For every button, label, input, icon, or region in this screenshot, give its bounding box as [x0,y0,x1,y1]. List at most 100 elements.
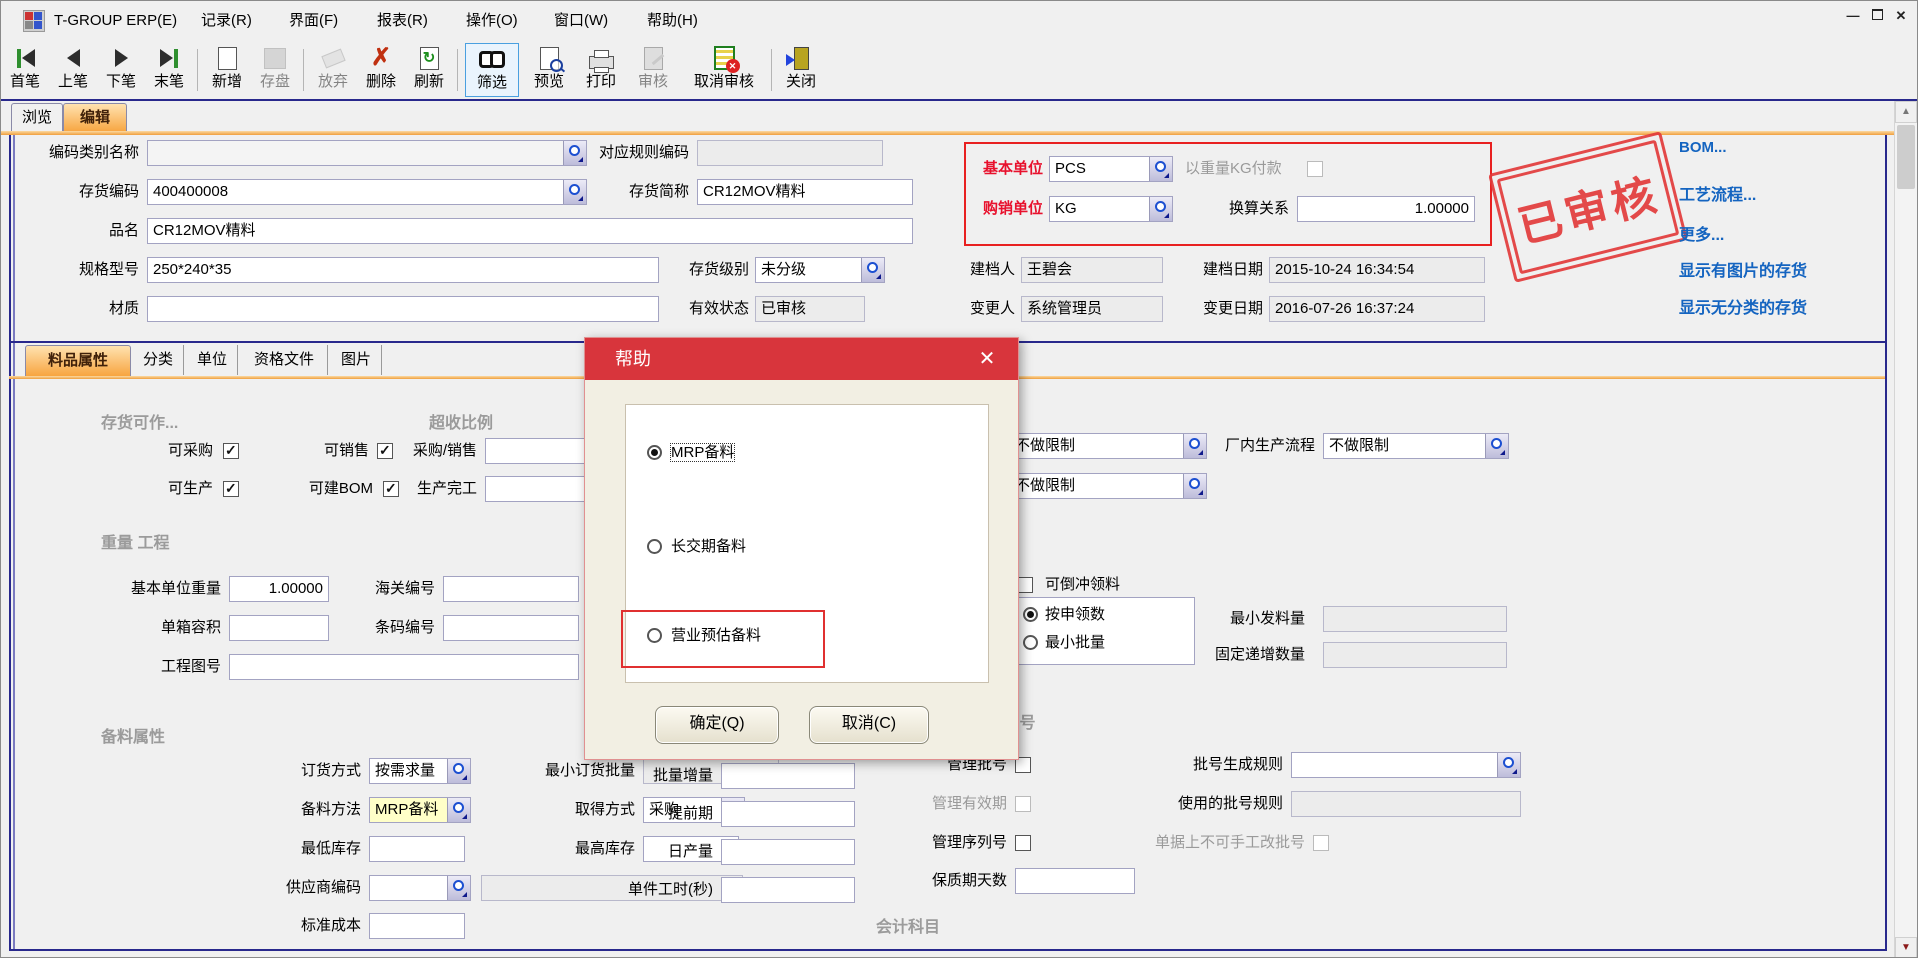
menu-interface[interactable]: 界面(F) [285,9,342,33]
dialog-close-icon[interactable]: ✕ [970,338,1004,380]
refresh-button[interactable]: ↻ 刷新 [407,43,451,95]
box-volume-field[interactable] [229,615,329,641]
lookup-icon[interactable] [1149,157,1172,181]
close-window-button[interactable]: ✕ [1891,7,1911,25]
menu-app[interactable]: T-GROUP ERP(E) [50,9,181,33]
radio-icon[interactable] [647,539,662,554]
lookup-icon[interactable] [861,258,884,282]
limit-field-2[interactable]: 不做限制 [1009,473,1207,499]
limit-field-1[interactable]: 不做限制 [1009,433,1207,459]
subtab-classification[interactable]: 分类 [133,345,184,375]
last-record-button[interactable]: 末笔 [147,43,191,95]
bomable-checkbox[interactable] [383,481,399,497]
material-field[interactable] [147,296,659,322]
barcode-field[interactable] [443,615,579,641]
subtab-unit[interactable]: 单位 [187,345,238,375]
close-form-button[interactable]: 关闭 [779,43,823,95]
scrollbar-thumb[interactable] [1897,125,1915,189]
delete-button[interactable]: ✗ 删除 [359,43,403,95]
supplier-field[interactable] [369,875,471,901]
trade-unit-field[interactable]: KG [1049,196,1173,222]
menu-operation[interactable]: 操作(O) [462,9,522,33]
dialog-option-mrp[interactable]: MRP备料 [647,442,734,464]
lookup-icon[interactable] [563,180,586,204]
item-abbr-field[interactable]: CR12MOV精料 [697,179,913,205]
lookup-icon[interactable] [447,798,470,822]
code-category-field[interactable] [147,140,587,166]
backflush-checkbox[interactable] [1017,577,1033,593]
batch-increment-field[interactable] [721,763,855,789]
issue-by-request-radio[interactable] [1023,607,1038,622]
level-field[interactable]: 未分级 [755,257,885,283]
subtab-item-attributes[interactable]: 料品属性 [25,345,131,376]
prev-record-button[interactable]: 上笔 [51,43,95,95]
link-bom[interactable]: BOM... [1679,139,1727,156]
drawing-field[interactable] [229,654,579,680]
link-process-flow[interactable]: 工艺流程... [1679,181,1756,205]
lookup-icon[interactable] [563,141,586,165]
menu-window[interactable]: 窗口(W) [550,9,612,33]
lookup-icon[interactable] [1149,197,1172,221]
tab-browse[interactable]: 浏览 [11,103,63,132]
link-more[interactable]: 更多... [1679,221,1724,245]
lead-time-label: 提前期 [631,801,713,827]
radio-selected-icon[interactable] [647,445,662,460]
unit-hours-field[interactable] [721,877,855,903]
print-button[interactable]: 打印 [579,43,623,95]
item-code-field[interactable]: 400400008 [147,179,587,205]
preview-button[interactable]: 预览 [527,43,571,95]
subtab-picture[interactable]: 图片 [331,345,382,375]
base-weight-field[interactable]: 1.00000 [229,576,329,602]
ok-button[interactable]: 确定(Q) [655,706,779,744]
filter-button[interactable]: 筛选 [465,43,519,97]
link-show-with-picture[interactable]: 显示有图片的存货 [1679,257,1807,281]
scroll-up-icon[interactable]: ▲ [1895,101,1917,123]
sellable-checkbox[interactable] [377,443,393,459]
lookup-icon[interactable] [1183,434,1206,458]
dialog-title[interactable]: 帮助 [585,338,1018,380]
item-name-field[interactable]: CR12MOV精料 [147,218,913,244]
audit-icon [631,43,675,73]
cancel-audit-button[interactable]: 取消审核 [683,43,765,95]
vertical-scrollbar[interactable]: ▲ ▼ [1894,101,1917,958]
subtab-qualification[interactable]: 资格文件 [241,345,328,375]
menu-help[interactable]: 帮助(H) [643,9,702,33]
daily-output-field[interactable] [721,839,855,865]
menu-report[interactable]: 报表(R) [373,9,432,33]
menu-record[interactable]: 记录(R) [197,9,256,33]
new-button[interactable]: 新增 [205,43,249,95]
batch-rule-field[interactable] [1291,752,1521,778]
spec-field[interactable]: 250*240*35 [147,257,659,283]
first-record-button[interactable]: 首笔 [3,43,47,95]
restore-button[interactable] [1867,7,1887,25]
customs-field[interactable] [443,576,579,602]
lookup-icon[interactable] [1183,474,1206,498]
producible-checkbox[interactable] [223,481,239,497]
std-cost-field[interactable] [369,913,465,939]
lookup-icon[interactable] [1497,753,1520,777]
modifier-field: 系统管理员 [1021,296,1163,322]
min-batch-radio[interactable] [1023,635,1038,650]
used-rule-field [1291,791,1521,817]
min-stock-field[interactable] [369,836,465,862]
tab-edit[interactable]: 编辑 [63,103,127,132]
cancel-button[interactable]: 取消(C) [809,706,929,744]
shelf-life-field[interactable] [1015,868,1135,894]
item-name-label: 品名 [59,218,139,244]
dialog-option-long-lead[interactable]: 长交期备料 [647,536,746,558]
conversion-field[interactable]: 1.00000 [1297,196,1475,222]
factory-flow-field[interactable]: 不做限制 [1323,433,1509,459]
lookup-icon[interactable] [1485,434,1508,458]
link-show-unclassified[interactable]: 显示无分类的存货 [1679,294,1807,318]
minimize-button[interactable]: — [1843,7,1863,25]
base-unit-field[interactable]: PCS [1049,156,1173,182]
scroll-down-icon[interactable]: ▼ [1895,937,1917,958]
manage-serial-checkbox[interactable] [1015,835,1031,851]
order-mode-field[interactable]: 按需求量 [369,758,471,784]
lead-time-field[interactable] [721,801,855,827]
lookup-icon[interactable] [447,876,470,900]
prep-method-field[interactable]: MRP备料 [369,797,471,823]
purchasable-checkbox[interactable] [223,443,239,459]
lookup-icon[interactable] [447,759,470,783]
next-record-button[interactable]: 下笔 [99,43,143,95]
